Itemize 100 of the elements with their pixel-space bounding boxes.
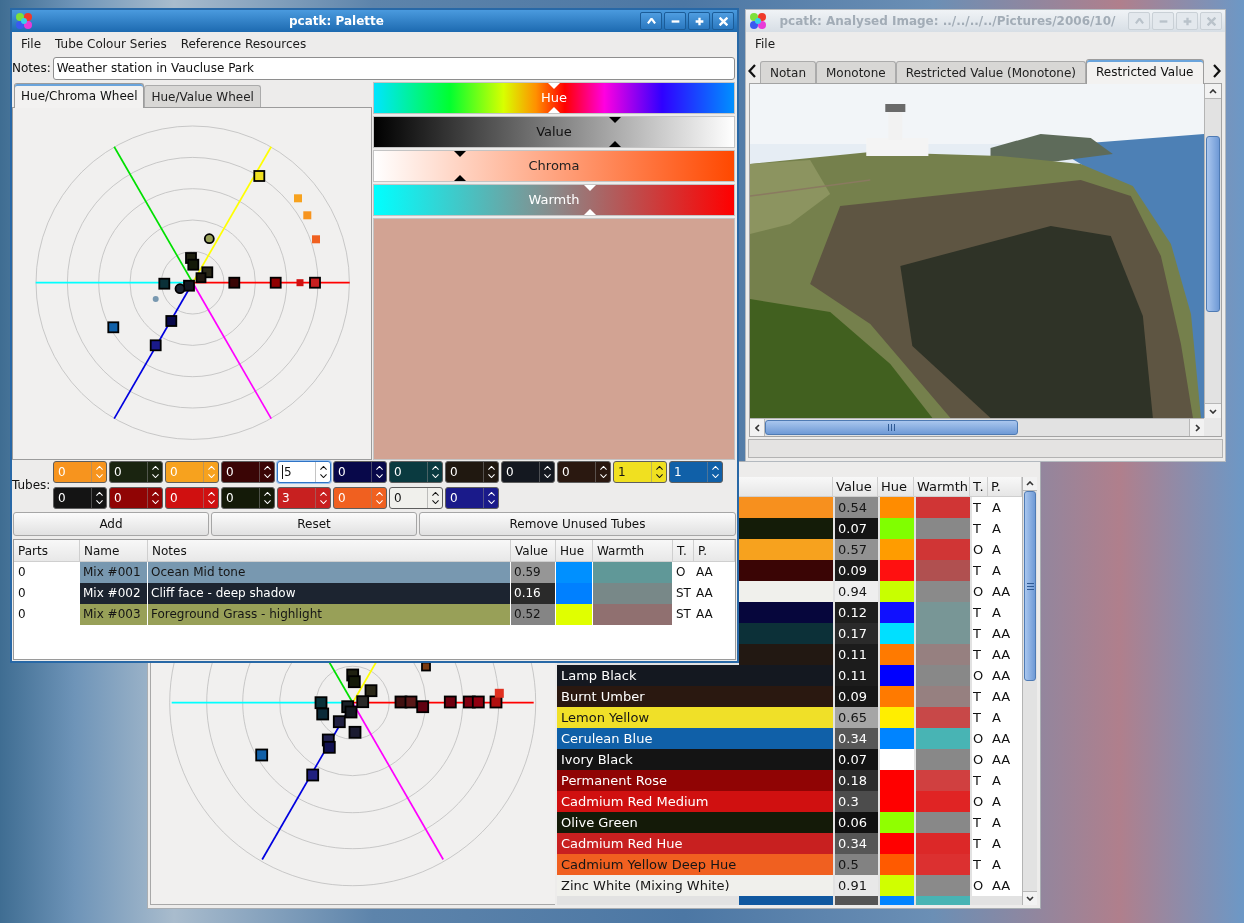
square-marker — [309, 276, 321, 289]
paint-name-cell[interactable]: Olive Green — [557, 812, 833, 833]
t-rating: O — [972, 728, 990, 749]
chevron-left-icon[interactable] — [748, 64, 756, 78]
horizontal-scrollbar[interactable] — [750, 418, 1204, 436]
action-button[interactable]: Remove Unused Tubes — [419, 511, 736, 536]
scrollbar-thumb[interactable] — [1024, 491, 1036, 681]
paint-name-cell[interactable]: Permanent Rose — [557, 770, 833, 791]
paint-name-cell[interactable]: Ivory Black — [557, 749, 833, 770]
bar-label: Warmth — [528, 191, 580, 210]
mix-notes-cell[interactable]: Cliff face - deep shadow — [148, 583, 510, 604]
tube-spinbox[interactable]: 5 — [277, 461, 331, 483]
column-header: T. — [970, 477, 988, 497]
spin-down-icon[interactable] — [655, 474, 663, 478]
tab[interactable]: Monotone — [816, 61, 896, 83]
paint-name-cell[interactable]: Cadmium Red Medium — [557, 791, 833, 812]
mix-notes-cell[interactable]: Ocean Mid tone — [148, 562, 510, 583]
action-button[interactable]: Add — [13, 511, 209, 536]
menu-item[interactable]: Tube Colour Series — [48, 34, 174, 53]
column-header: Warmth — [914, 477, 970, 497]
square-marker — [332, 715, 346, 729]
square-marker — [443, 695, 457, 709]
t-rating: T — [972, 623, 990, 644]
scroll-up-button[interactable] — [1205, 84, 1221, 99]
spin-up-icon[interactable] — [319, 466, 327, 470]
scroll-left-button[interactable] — [750, 419, 765, 436]
p-rating: A — [990, 770, 1022, 791]
paint-name-cell[interactable]: Cadmium Yellow Deep Hue — [557, 854, 833, 875]
spin-up-icon[interactable] — [655, 466, 663, 470]
scroll-down-button[interactable] — [1205, 403, 1221, 418]
menu-item[interactable]: File — [14, 34, 49, 53]
column-header: Value — [833, 477, 878, 497]
square-marker — [416, 700, 430, 714]
scroll-down-button[interactable] — [1023, 891, 1037, 905]
shade-button[interactable] — [640, 12, 662, 30]
window-title: pcatk: Analysed Image: ../../../../Pictures/2006/10/ — [778, 13, 1117, 30]
value-cell: 0.16 — [511, 583, 555, 604]
bar-label: Value — [536, 123, 572, 142]
column-header: Hue — [878, 477, 914, 497]
vertical-scrollbar[interactable] — [1204, 84, 1221, 418]
spin-down-icon[interactable] — [319, 474, 327, 478]
value-cell: 0.07 — [835, 749, 878, 770]
p-rating: A — [990, 707, 1022, 728]
plus-icon — [1182, 16, 1192, 26]
square-marker — [149, 339, 162, 352]
chevron-right-icon[interactable] — [1213, 64, 1221, 78]
paint-name-cell[interactable]: Zinc White (Mixing White) — [557, 875, 833, 896]
scroll-up-button[interactable] — [1023, 477, 1037, 491]
round-marker — [203, 233, 215, 245]
value-cell: 0.09 — [835, 560, 878, 581]
square-marker — [303, 211, 312, 220]
spin-down-icon[interactable] — [431, 500, 439, 504]
t-rating: O — [972, 791, 990, 812]
minimize-button[interactable] — [664, 12, 686, 30]
mix-name-cell[interactable]: Mix #002 — [80, 583, 147, 604]
action-button[interactable]: Reset — [211, 511, 417, 536]
tube-spinbox[interactable]: 1 — [613, 461, 667, 483]
scrollbar-thumb[interactable] — [765, 420, 1018, 435]
square-marker — [364, 684, 378, 698]
scroll-right-button[interactable] — [1189, 419, 1204, 436]
minimize-icon — [1158, 19, 1168, 23]
t-rating: ST — [675, 606, 692, 623]
vertical-scrollbar[interactable] — [1022, 477, 1037, 905]
paint-name-cell[interactable]: Cerulean Blue — [557, 728, 833, 749]
p-rating: A — [990, 560, 1022, 581]
spin-up-icon[interactable] — [431, 492, 439, 496]
tab[interactable]: Restricted Value — [1086, 59, 1204, 84]
menu-item[interactable]: Reference Resources — [173, 34, 314, 53]
notes-field[interactable]: Weather station in Vaucluse Park — [52, 56, 735, 80]
value-cell: 0.5 — [835, 854, 878, 875]
t-rating: O — [972, 581, 990, 602]
menu-item[interactable]: File — [748, 34, 783, 53]
paint-name-cell[interactable]: Lamp Black — [557, 665, 833, 686]
paint-name-cell[interactable]: Cadmium Red Hue — [557, 833, 833, 854]
mix-name-cell[interactable]: Mix #001 — [80, 562, 147, 583]
chevron-down-icon — [1026, 896, 1034, 901]
mix-name-cell[interactable]: Mix #003 — [80, 604, 147, 625]
tab[interactable]: Notan — [760, 61, 816, 83]
tab[interactable]: Hue/Value Wheel — [144, 85, 261, 107]
value-cell: 0.65 — [835, 707, 878, 728]
mix-notes-cell[interactable]: Foreground Grass - highlight — [148, 604, 510, 625]
square-marker — [158, 277, 171, 290]
paint-name-cell[interactable]: Burnt Umber — [557, 686, 833, 707]
value-cell: 0.59 — [511, 562, 555, 583]
paint-name-cell[interactable]: Lemon Yellow — [557, 707, 833, 728]
scrollbar-thumb[interactable] — [1206, 136, 1220, 312]
p-rating: AA — [990, 875, 1022, 896]
tab[interactable]: Hue/Chroma Wheel — [14, 83, 145, 108]
value-cell: 0.57 — [835, 539, 878, 560]
chevron-up-icon — [1209, 88, 1217, 94]
square-marker — [471, 695, 485, 709]
t-rating: T — [972, 833, 990, 854]
p-rating: AA — [990, 749, 1022, 770]
value-cell: 0.09 — [835, 686, 878, 707]
maximize-button[interactable] — [688, 12, 710, 30]
round-marker — [174, 283, 186, 295]
tube-spinbox[interactable]: 0 — [389, 487, 443, 509]
close-button[interactable] — [712, 12, 734, 30]
p-rating: AA — [695, 606, 714, 623]
tab[interactable]: Restricted Value (Monotone) — [895, 61, 1086, 83]
